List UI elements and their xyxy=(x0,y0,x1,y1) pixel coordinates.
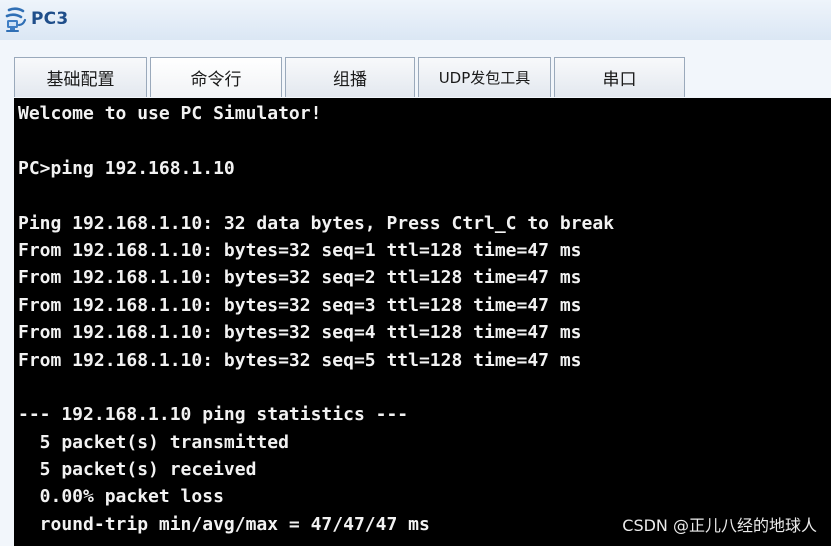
tab-basic-config[interactable]: 基础配置 xyxy=(14,57,147,97)
window-titlebar: PC3 xyxy=(0,0,831,41)
terminal-line: From 192.168.1.10: bytes=32 seq=2 ttl=12… xyxy=(18,267,582,289)
tab-bar: 基础配置 命令行 组播 UDP发包工具 串口 xyxy=(0,40,831,98)
tab-serial-port[interactable]: 串口 xyxy=(554,57,685,97)
terminal-line: Welcome to use PC Simulator! xyxy=(18,103,322,124)
terminal-line: 5 packet(s) transmitted xyxy=(18,431,289,453)
tab-label: 组播 xyxy=(333,70,367,90)
terminal-line: From 192.168.1.10: bytes=32 seq=1 ttl=12… xyxy=(18,239,582,261)
csdn-watermark: CSDN @正儿八经的地球人 xyxy=(622,516,817,535)
tab-label: 命令行 xyxy=(190,70,242,90)
tab-label: 串口 xyxy=(602,70,637,90)
terminal-line: --- 192.168.1.10 ping statistics --- xyxy=(18,404,409,426)
terminal-line: PC>ping 192.168.1.10 xyxy=(18,157,235,179)
terminal-line: From 192.168.1.10: bytes=32 seq=3 ttl=12… xyxy=(18,294,582,316)
tab-label: 基础配置 xyxy=(46,70,115,90)
tab-label: UDP发包工具 xyxy=(438,69,531,87)
tab-command-line[interactable]: 命令行 xyxy=(150,57,282,97)
window-title: PC3 xyxy=(31,9,69,29)
tab-udp-tool[interactable]: UDP发包工具 xyxy=(418,57,551,97)
terminal-line: 0.00% packet loss xyxy=(18,486,224,508)
terminal-line: From 192.168.1.10: bytes=32 seq=4 ttl=12… xyxy=(18,322,582,344)
command-terminal[interactable]: Welcome to use PC Simulator! PC>ping 192… xyxy=(14,98,831,546)
tab-multicast[interactable]: 组播 xyxy=(285,57,415,97)
terminal-line: 5 packet(s) received xyxy=(18,459,257,481)
terminal-line: From 192.168.1.10: bytes=32 seq=5 ttl=12… xyxy=(18,349,582,371)
terminal-line: Ping 192.168.1.10: 32 data bytes, Press … xyxy=(18,212,615,234)
pc-network-icon xyxy=(5,7,27,32)
